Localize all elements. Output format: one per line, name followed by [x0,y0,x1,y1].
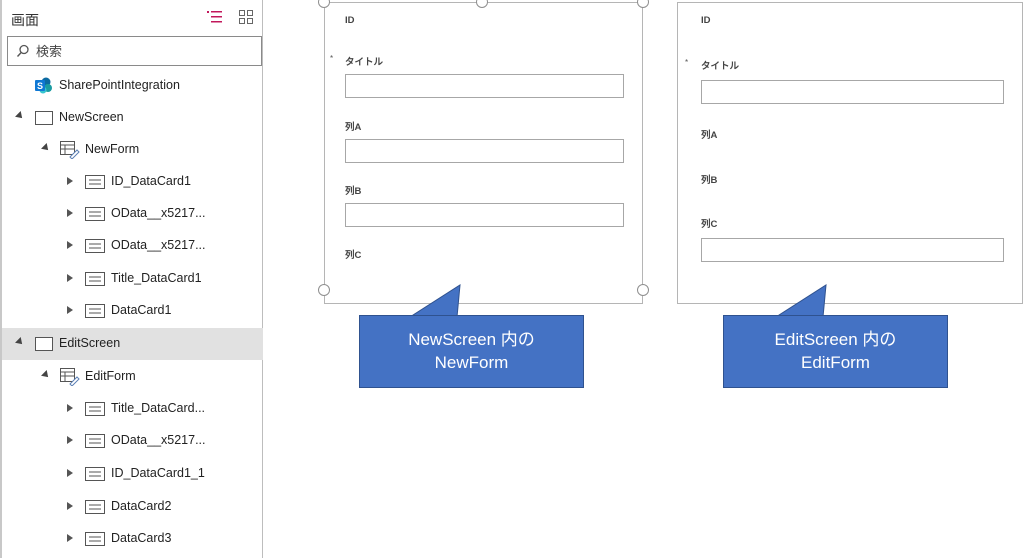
tree-node-datacard[interactable]: Title_DataCard... [2,393,263,425]
expand-arrow-icon[interactable] [67,404,73,412]
title-input[interactable] [345,74,624,98]
title-field-label: タイトル [345,57,384,68]
tree-node-sharepointintegration[interactable]: S SharePointIntegration [2,70,263,102]
required-marker: * [685,58,689,67]
tree-node-datacard[interactable]: DataCard3 [2,523,263,555]
datacard-icon [85,467,105,486]
list-view-icon[interactable] [206,9,224,25]
datacard-icon [85,272,105,291]
datacard-icon [85,434,105,453]
tree-search-box[interactable] [7,36,262,66]
tree-node-label: Title_DataCard... [111,401,206,415]
title-input[interactable] [701,80,1004,104]
tree-header: 画面 [2,0,262,34]
callout-tail [410,284,461,318]
column-a-input[interactable] [345,139,624,163]
tree-node-datacard[interactable]: OData__x5217... [2,230,263,262]
column-c-label: 列C [701,219,718,230]
collapse-arrow-icon[interactable] [15,337,25,347]
callout-tail [776,284,827,318]
id-field-label: ID [345,15,355,26]
callout-line: NewForm [434,353,509,372]
form-icon [60,141,80,164]
search-input[interactable] [36,41,251,61]
expand-arrow-icon[interactable] [67,177,73,185]
expand-arrow-icon[interactable] [67,436,73,444]
tree-node-label: SharePointIntegration [59,78,180,92]
tree-node-newform[interactable]: NewForm [2,134,263,166]
resize-handle[interactable] [318,284,330,296]
tree-node-label: EditForm [85,369,136,383]
tree-node-label: DataCard2 [111,499,172,513]
expand-arrow-icon[interactable] [67,241,73,249]
datacard-icon [85,239,105,258]
search-icon [16,44,30,63]
column-c-label: 列C [345,250,362,261]
tree-node-label: NewForm [85,142,140,156]
datacard-icon [85,532,105,551]
collapse-arrow-icon[interactable] [15,111,25,121]
collapse-arrow-icon[interactable] [41,370,51,380]
editform-preview[interactable]: ID * タイトル 列A 列B 列C [677,2,1023,304]
callout-line: NewScreen 内の [408,330,535,349]
sharepoint-icon: S [34,77,54,100]
column-b-label: 列B [345,186,362,197]
tree-node-editscreen[interactable]: EditScreen [2,328,263,360]
tree-node-datacard[interactable]: OData__x5217... [2,425,263,457]
screen-icon [35,337,53,356]
expand-arrow-icon[interactable] [67,306,73,314]
datacard-icon [85,500,105,519]
callout-line: EditScreen 内の [774,330,897,349]
callout-editform: EditScreen 内の EditForm [723,315,948,388]
screen-icon [35,111,53,130]
id-field-label: ID [701,15,711,26]
tree-node-datacard[interactable]: DataCard2 [2,491,263,523]
column-b-label: 列B [701,175,718,186]
callout-newform: NewScreen 内の NewForm [359,315,584,388]
expand-arrow-icon[interactable] [67,469,73,477]
tree-node-label: EditScreen [59,336,121,350]
tree-node-label: DataCard1 [111,303,172,317]
tree-node-label: OData__x5217... [111,206,206,220]
grid-view-icon[interactable] [238,9,256,25]
svg-text:S: S [37,81,43,91]
tree-node-label: DataCard3 [111,531,172,545]
column-c-input[interactable] [701,238,1004,262]
tree-node-datacard[interactable]: ID_DataCard1 [2,166,263,198]
tree-node-datacard[interactable]: Title_DataCard1 [2,263,263,295]
tree-node-datacard[interactable]: DataCard1 [2,295,263,327]
expand-arrow-icon[interactable] [67,534,73,542]
tree-node-datacard[interactable]: ID_DataCard1_1 [2,458,263,490]
form-icon [60,368,80,391]
required-marker: * [330,54,334,63]
resize-handle[interactable] [637,0,649,8]
expand-arrow-icon[interactable] [67,502,73,510]
tree-node-label: NewScreen [59,110,124,124]
datacard-icon [85,402,105,421]
tree-node-label: ID_DataCard1 [111,174,191,188]
tree-node-label: ID_DataCard1_1 [111,466,205,480]
tree-node-newscreen[interactable]: NewScreen [2,102,263,134]
title-field-label: タイトル [701,61,740,72]
datacard-icon [85,175,105,194]
column-a-label: 列A [345,122,362,133]
tree-node-label: OData__x5217... [111,238,206,252]
expand-arrow-icon[interactable] [67,274,73,282]
callout-line: EditForm [801,353,870,372]
tree-view-panel: 画面 検索 S SharePointIntegration NewScreen … [0,0,263,558]
column-a-label: 列A [701,130,718,141]
tree-node-label: Title_DataCard1 [111,271,202,285]
column-b-input[interactable] [345,203,624,227]
tree-title: 画面 [11,12,39,28]
datacard-icon [85,304,105,323]
tree-node-editform[interactable]: EditForm [2,361,263,393]
collapse-arrow-icon[interactable] [41,143,51,153]
expand-arrow-icon[interactable] [67,209,73,217]
tree-node-label: OData__x5217... [111,433,206,447]
resize-handle[interactable] [637,284,649,296]
newform-preview[interactable]: ID * タイトル 列A 列B 列C [324,2,643,304]
datacard-icon [85,207,105,226]
tree-node-datacard[interactable]: OData__x5217... [2,198,263,230]
